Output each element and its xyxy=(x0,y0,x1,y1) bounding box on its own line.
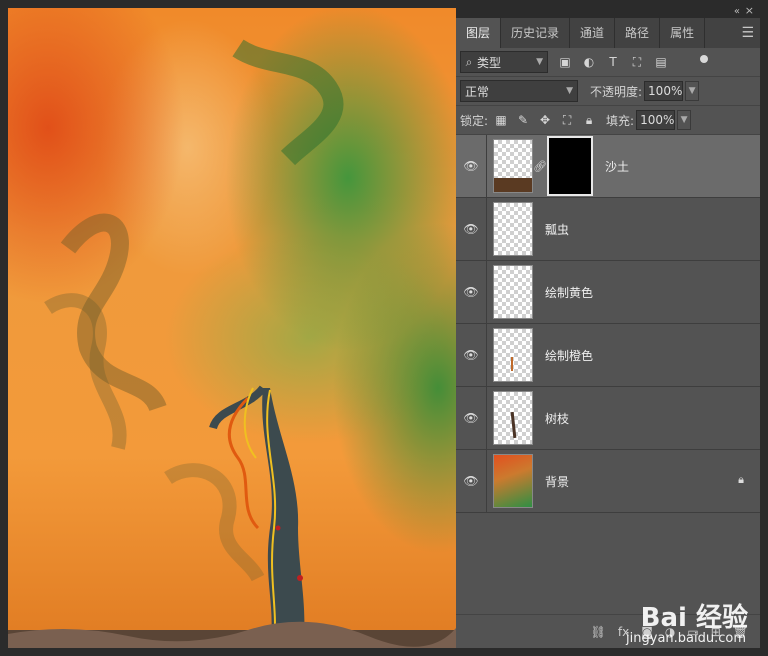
layers-list: 👁︎ 🔗︎ 沙土 👁︎ 瓢虫 👁︎ 绘制黄色 👁︎ 绘制橙色 👁︎ 树枝 👁︎ … xyxy=(456,135,760,513)
panel-menu-icon[interactable]: ☰ xyxy=(741,26,754,40)
lock-all-icon[interactable]: 🔒︎ xyxy=(582,113,596,128)
smartobject-filter-icon[interactable]: ▤ xyxy=(654,55,668,70)
tab-layers[interactable]: 图层 xyxy=(456,18,502,48)
divider xyxy=(486,135,487,197)
visibility-eye-icon[interactable]: 👁︎ xyxy=(456,348,486,362)
opacity-input[interactable]: 100% xyxy=(644,81,684,101)
layer-name[interactable]: 绘制橙色 xyxy=(545,347,593,364)
divider xyxy=(486,198,487,260)
filter-type-select[interactable]: ⌕ 类型 ▼ xyxy=(460,51,548,73)
tab-channels[interactable]: 通道 xyxy=(570,18,616,48)
layer-row[interactable]: 👁︎ 绘制橙色 xyxy=(456,324,760,387)
baidu-watermark: Bai 经验 xyxy=(640,603,748,633)
layer-name[interactable]: 绘制黄色 xyxy=(545,284,593,301)
visibility-eye-icon[interactable]: 👁︎ xyxy=(456,285,486,299)
filter-type-value: 类型 xyxy=(477,55,502,70)
layer-thumbnail xyxy=(493,202,533,256)
divider xyxy=(486,450,487,512)
panel-title-strip: « × xyxy=(456,5,760,18)
opacity-label: 不透明度: xyxy=(590,84,643,99)
layer-row[interactable]: 👁︎ 背景 🔒︎ xyxy=(456,450,760,513)
mask-link-icon[interactable]: 🔗︎ xyxy=(533,160,547,173)
panel-tabs: 图层 历史记录 通道 路径 属性 ☰ xyxy=(456,18,760,48)
layer-thumbnail xyxy=(493,265,533,319)
lock-position-icon[interactable]: ✥ xyxy=(538,113,552,128)
link-layers-icon[interactable]: ⛓︎ xyxy=(591,625,606,639)
layer-lock-icon: 🔒︎ xyxy=(738,473,744,486)
watermark-url: jingyan.baidu.com xyxy=(626,631,746,646)
visibility-eye-icon[interactable]: 👁︎ xyxy=(456,411,486,425)
adjustment-filter-icon[interactable]: ◐ xyxy=(582,55,596,70)
text-filter-icon[interactable]: T xyxy=(606,55,620,70)
divider xyxy=(486,324,487,386)
layer-row[interactable]: 👁︎ 🔗︎ 沙土 xyxy=(456,135,760,198)
close-panel-icon[interactable]: × xyxy=(745,5,754,17)
lock-icons: ▦ ✎ ✥ ⛶ 🔒︎ xyxy=(494,113,596,128)
layer-name[interactable]: 瓢虫 xyxy=(545,221,569,238)
shape-filter-icon[interactable]: ⛶ xyxy=(630,55,644,70)
tab-paths[interactable]: 路径 xyxy=(615,18,661,48)
tab-history[interactable]: 历史记录 xyxy=(501,18,571,48)
layer-name[interactable]: 背景 xyxy=(545,473,569,490)
blend-mode-select[interactable]: 正常 ▼ xyxy=(460,80,578,102)
opacity-dropdown-icon[interactable]: ▼ xyxy=(685,81,700,101)
lock-image-icon[interactable]: ✎ xyxy=(516,113,530,128)
visibility-eye-icon[interactable]: 👁︎ xyxy=(456,222,486,236)
filter-toggle-icon[interactable] xyxy=(700,55,708,63)
visibility-eye-icon[interactable]: 👁︎ xyxy=(456,159,486,173)
layer-thumbnail xyxy=(493,454,533,508)
blend-mode-value: 正常 xyxy=(465,84,490,99)
fill-dropdown-icon[interactable]: ▼ xyxy=(677,110,692,130)
layer-mask-thumbnail[interactable] xyxy=(547,136,593,196)
lock-artboard-icon[interactable]: ⛶ xyxy=(560,113,574,128)
document-canvas[interactable] xyxy=(8,8,456,648)
lock-label: 锁定: xyxy=(460,113,489,128)
filter-icons: ▣ ◐ T ⛶ ▤ xyxy=(558,55,668,70)
fill-input[interactable]: 100% xyxy=(636,110,676,130)
divider xyxy=(486,387,487,449)
lock-fill-row: 锁定: ▦ ✎ ✥ ⛶ 🔒︎ 填充: 100% ▼ xyxy=(456,106,760,135)
layer-thumbnail xyxy=(493,391,533,445)
pixel-filter-icon[interactable]: ▣ xyxy=(558,55,572,70)
lock-transparent-icon[interactable]: ▦ xyxy=(494,113,508,128)
layer-name[interactable]: 树枝 xyxy=(545,410,569,427)
tab-properties[interactable]: 属性 xyxy=(660,18,706,48)
layer-filter-row: ⌕ 类型 ▼ ▣ ◐ T ⛶ ▤ xyxy=(456,48,760,77)
chevron-down-icon: ▼ xyxy=(536,57,543,67)
search-icon: ⌕ xyxy=(465,54,473,69)
layer-row[interactable]: 👁︎ 瓢虫 xyxy=(456,198,760,261)
layer-row[interactable]: 👁︎ 树枝 xyxy=(456,387,760,450)
blend-opacity-row: 正常 ▼ 不透明度: 100% ▼ xyxy=(456,77,760,106)
visibility-eye-icon[interactable]: 👁︎ xyxy=(456,474,486,488)
divider xyxy=(486,261,487,323)
layer-name[interactable]: 沙土 xyxy=(605,158,629,175)
chevron-down-icon: ▼ xyxy=(566,86,573,96)
layer-row[interactable]: 👁︎ 绘制黄色 xyxy=(456,261,760,324)
layer-thumbnail xyxy=(493,328,533,382)
artwork xyxy=(8,39,456,648)
layers-panel: « × 图层 历史记录 通道 路径 属性 ☰ ⌕ 类型 ▼ ▣ ◐ T ⛶ ▤ xyxy=(456,5,760,648)
photoshop-window: « × 图层 历史记录 通道 路径 属性 ☰ ⌕ 类型 ▼ ▣ ◐ T ⛶ ▤ xyxy=(0,0,768,656)
layer-thumbnail xyxy=(493,139,533,193)
fill-label: 填充: xyxy=(606,113,635,128)
collapse-panel-icon[interactable]: « xyxy=(734,6,740,18)
